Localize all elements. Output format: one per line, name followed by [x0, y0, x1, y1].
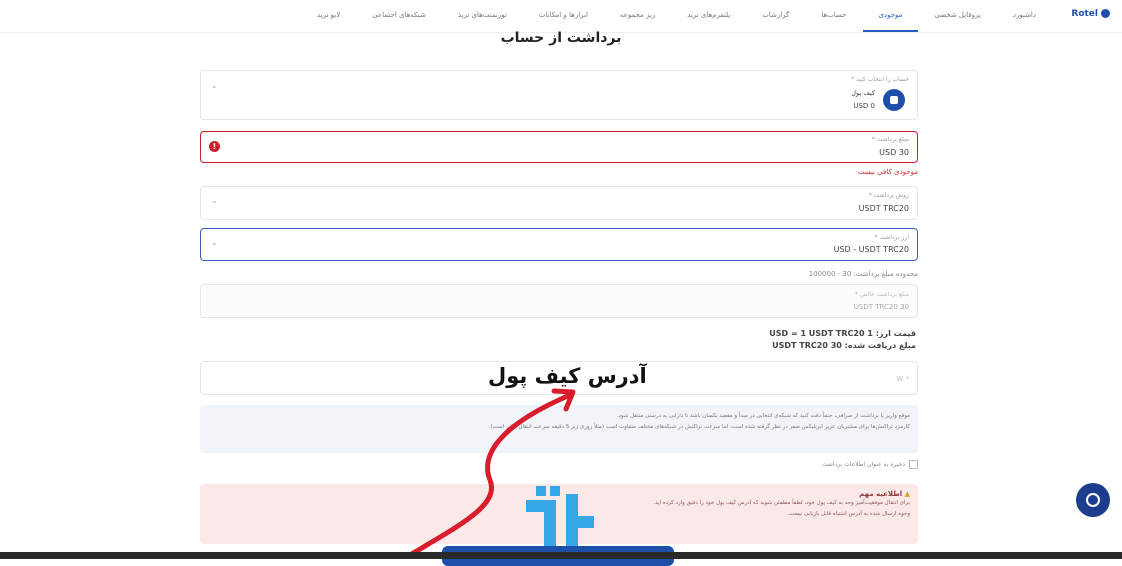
error-icon: !	[209, 141, 220, 152]
net-value: 30 USDT TRC20	[853, 303, 909, 311]
warning-icon: ▲	[904, 490, 910, 498]
amount-value: 30 USD	[879, 148, 909, 157]
page-title: برداشت از حساب	[500, 30, 622, 46]
nav-item[interactable]: گزارشات	[746, 0, 805, 32]
nav-item[interactable]: داشبورد	[997, 0, 1052, 32]
amount-error: موجودی کافی نیست	[857, 168, 918, 176]
bottom-bar	[0, 552, 1122, 559]
currency-value: USD - USDT TRC20	[833, 245, 909, 254]
account-balance: USD 0	[853, 102, 875, 110]
net-label: مبلغ برداشت خالص *	[855, 291, 909, 298]
nav-item[interactable]: شبکه‌های اجتماعی	[356, 0, 442, 32]
chevron-down-icon[interactable]: ⌄	[211, 196, 218, 205]
chevron-down-icon[interactable]: ⌄	[211, 81, 218, 90]
nav-item[interactable]: موجودی	[862, 0, 919, 32]
range-note: محدوده مبلغ برداشت: 30 - 100000	[808, 270, 918, 278]
nav-item[interactable]: ربز مجموعه	[604, 0, 671, 32]
chevron-down-icon[interactable]: ⌄	[211, 238, 218, 247]
nav-item[interactable]: ابزارها و امکانات	[523, 0, 604, 32]
save-checkbox[interactable]	[909, 460, 918, 469]
nav-item[interactable]: پروفایل شخصی	[918, 0, 996, 32]
currency-select[interactable]: ارز برداشت * USD - USDT TRC20 ⌄	[200, 228, 918, 261]
save-checkbox-row[interactable]: ذخیره به عنوان اطلاعات برداشت	[600, 460, 918, 469]
nav-items: داشبورد پروفایل شخصی موجودی حساب‌ها گزارشات پ…	[301, 0, 1052, 32]
exchange-rate: قیمت ارز: 1 USD = 1 USDT TRC20	[769, 329, 916, 338]
wallet-address-placeholder: * W	[896, 375, 909, 383]
watermark-logo	[526, 486, 594, 552]
nav-item[interactable]: پلتفرم‌های ترید	[671, 0, 746, 32]
received-amount: مبلغ دریافت شده: 30 USDT TRC20	[772, 341, 916, 350]
account-label: حساب را انتخاب کنید *	[851, 76, 909, 83]
warning-title: اطلاعیه مهم	[859, 490, 903, 498]
wallet-icon	[883, 89, 905, 111]
net-amount-field: مبلغ برداشت خالص * 30 USDT TRC20	[200, 284, 918, 318]
chat-icon[interactable]	[1076, 483, 1110, 517]
logo-text: Rotel	[1071, 9, 1098, 19]
nav-item[interactable]: تورنمنت‌های ترید	[442, 0, 523, 32]
brand-logo[interactable]: Rotel	[1071, 9, 1110, 19]
nav-item[interactable]: لایو ترید	[301, 0, 356, 32]
top-navigation: Rotel داشبورد پروفایل شخصی موجودی حساب‌ها گز…	[0, 0, 1122, 33]
amount-label: مبلغ برداشت *	[871, 136, 909, 143]
method-label: روش برداشت *	[868, 192, 909, 199]
nav-item[interactable]: حساب‌ها	[805, 0, 862, 32]
currency-label: ارز برداشت *	[874, 234, 909, 241]
account-name: کیف پول	[851, 89, 875, 97]
account-select[interactable]: حساب را انتخاب کنید * کیف پول USD 0 ⌄	[200, 70, 918, 120]
amount-field[interactable]: مبلغ برداشت * 30 USD !	[200, 131, 918, 163]
method-value: USDT TRC20	[858, 204, 909, 213]
save-checkbox-label: ذخیره به عنوان اطلاعات برداشت	[821, 461, 905, 468]
method-select[interactable]: روش برداشت * USDT TRC20 ⌄	[200, 186, 918, 220]
logo-icon	[1101, 9, 1110, 18]
